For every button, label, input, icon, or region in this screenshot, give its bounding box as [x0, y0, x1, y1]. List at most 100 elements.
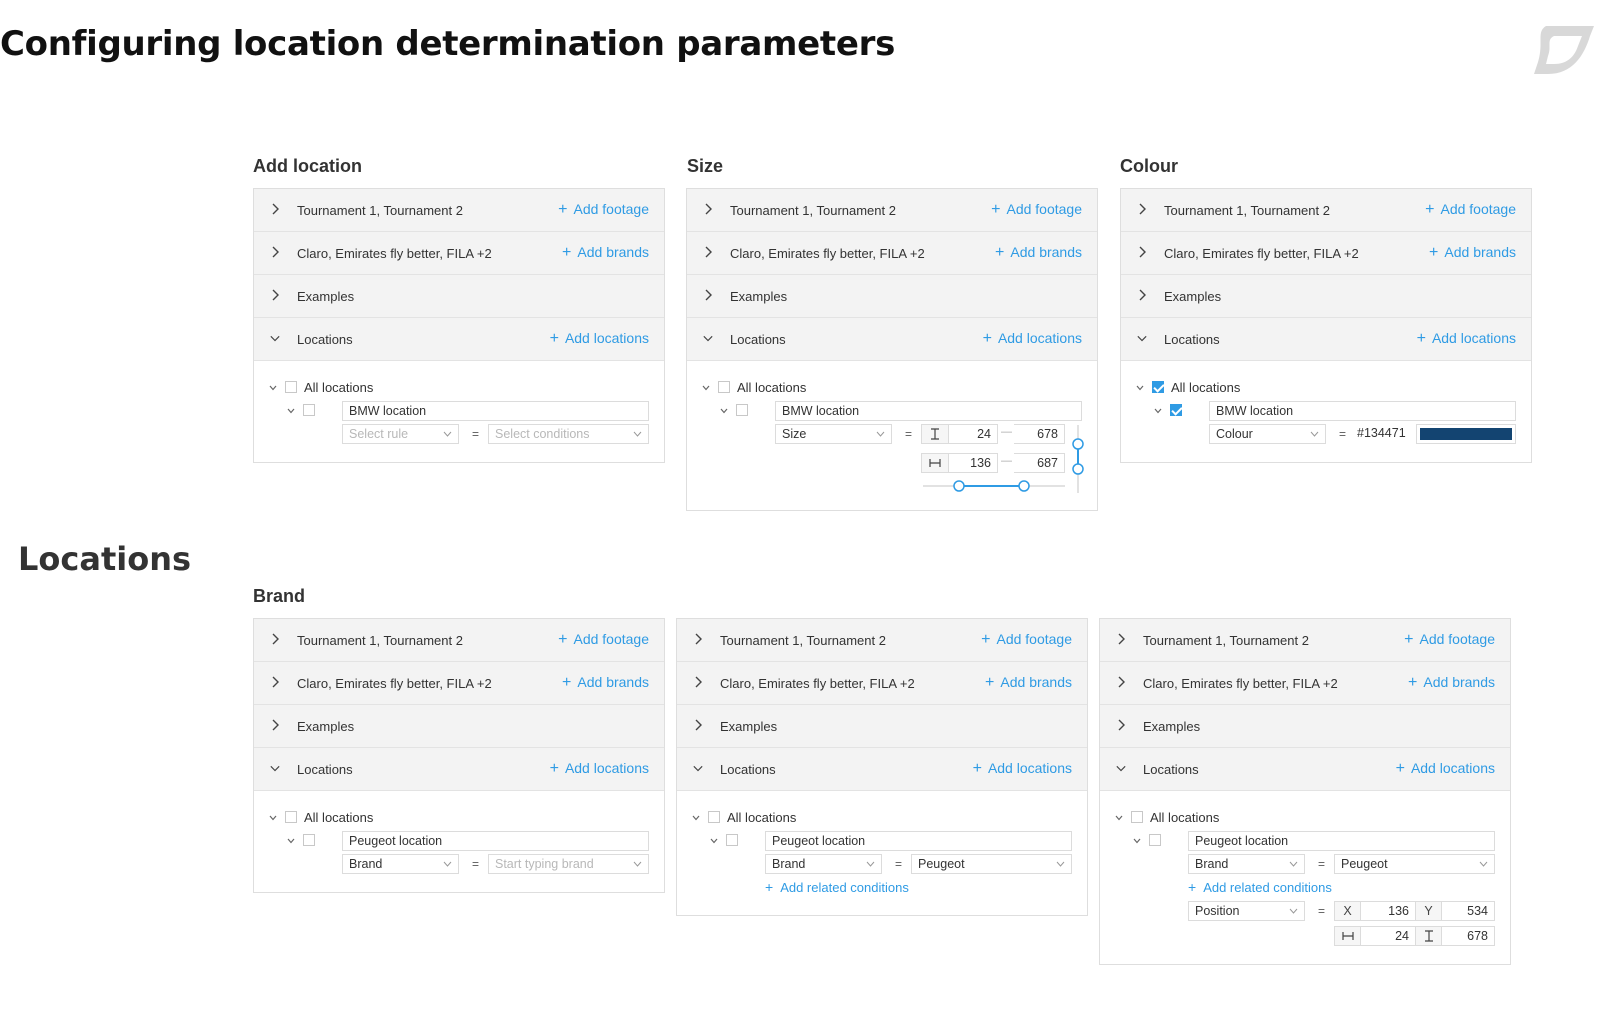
add-brands-button[interactable]: + Add brands: [995, 244, 1082, 262]
add-locations-button[interactable]: + Add locations: [1396, 760, 1495, 778]
all-locations-checkbox[interactable]: [718, 381, 730, 393]
add-brands-button[interactable]: + Add brands: [985, 674, 1072, 692]
locations-row[interactable]: Locations + Add locations: [254, 318, 664, 361]
rule-select[interactable]: Brand: [342, 854, 459, 874]
examples-row[interactable]: Examples: [677, 705, 1087, 748]
x-input[interactable]: 136: [1360, 901, 1416, 921]
chevron-down-icon[interactable]: [1154, 408, 1162, 414]
width-to-input[interactable]: 687: [1014, 453, 1065, 473]
brand-select[interactable]: Start typing brand: [488, 854, 649, 874]
add-footage-button[interactable]: + Add footage: [981, 631, 1072, 649]
brands-row[interactable]: Claro, Emirates fly better, FILA +2 + Add…: [1100, 662, 1510, 705]
add-footage-button[interactable]: + Add footage: [558, 631, 649, 649]
brand-select[interactable]: Peugeot: [911, 854, 1072, 874]
footage-row[interactable]: Tournament 1, Tournament 2 + Add footage: [1100, 619, 1510, 662]
colour-hex-value[interactable]: #134471: [1357, 426, 1406, 440]
y-input[interactable]: 534: [1441, 901, 1495, 921]
locations-label: Locations: [720, 761, 776, 777]
location-checkbox[interactable]: [736, 404, 748, 416]
examples-row[interactable]: Examples: [254, 705, 664, 748]
all-locations-checkbox[interactable]: [285, 381, 297, 393]
conditions-select[interactable]: Select conditions: [488, 424, 649, 444]
vertical-range-slider[interactable]: [1071, 423, 1085, 495]
add-footage-button[interactable]: + Add footage: [1425, 201, 1516, 219]
location-name-input[interactable]: Peugeot location: [342, 831, 649, 851]
horizontal-range-slider[interactable]: [921, 479, 1067, 493]
add-footage-button[interactable]: + Add footage: [558, 201, 649, 219]
examples-row[interactable]: Examples: [1100, 705, 1510, 748]
colour-swatch[interactable]: [1416, 424, 1516, 444]
chevron-down-icon[interactable]: [287, 838, 295, 844]
height-to-input[interactable]: 678: [1014, 424, 1065, 444]
chevron-down-icon[interactable]: [710, 838, 718, 844]
examples-row[interactable]: Examples: [254, 275, 664, 318]
brands-row[interactable]: Claro, Emirates fly better, FILA +2 + Add…: [677, 662, 1087, 705]
rule-select[interactable]: Colour: [1209, 424, 1326, 444]
locations-row[interactable]: Locations + Add locations: [1121, 318, 1531, 361]
footage-row[interactable]: Tournament 1, Tournament 2 + Add footage: [254, 619, 664, 662]
rule-select[interactable]: Brand: [1188, 854, 1305, 874]
location-name-input[interactable]: BMW location: [1209, 401, 1516, 421]
locations-row[interactable]: Locations + Add locations: [1100, 748, 1510, 791]
add-brands-button[interactable]: + Add brands: [562, 244, 649, 262]
brands-row[interactable]: Claro, Emirates fly better, FILA +2 + Add…: [254, 232, 664, 275]
add-brands-button[interactable]: + Add brands: [1408, 674, 1495, 692]
location-checkbox[interactable]: [1170, 404, 1182, 416]
chevron-down-icon[interactable]: [287, 408, 295, 414]
rule-select[interactable]: Select rule: [342, 424, 459, 444]
add-locations-button[interactable]: + Add locations: [550, 760, 649, 778]
add-locations-button[interactable]: + Add locations: [1417, 330, 1516, 348]
all-locations-checkbox[interactable]: [708, 811, 720, 823]
footage-row[interactable]: Tournament 1, Tournament 2 + Add footage: [677, 619, 1087, 662]
all-locations-checkbox[interactable]: [285, 811, 297, 823]
add-locations-button[interactable]: + Add locations: [983, 330, 1082, 348]
brands-row[interactable]: Claro, Emirates fly better, FILA +2 + Add…: [687, 232, 1097, 275]
footage-row[interactable]: Tournament 1, Tournament 2 + Add footage: [1121, 189, 1531, 232]
height-from-input[interactable]: 24: [948, 424, 998, 444]
chevron-down-icon[interactable]: [720, 408, 728, 414]
height-input[interactable]: 678: [1441, 926, 1495, 946]
width-input[interactable]: 24: [1360, 926, 1416, 946]
location-name-input[interactable]: Peugeot location: [1188, 831, 1495, 851]
add-brands-button[interactable]: + Add brands: [562, 674, 649, 692]
add-related-conditions-button[interactable]: + Add related conditions: [1188, 879, 1332, 895]
add-related-conditions-button[interactable]: + Add related conditions: [765, 879, 909, 895]
rule-select[interactable]: Brand: [765, 854, 882, 874]
chevron-down-icon[interactable]: [1133, 838, 1141, 844]
add-footage-button[interactable]: + Add footage: [1404, 631, 1495, 649]
location-checkbox[interactable]: [726, 834, 738, 846]
width-from-input[interactable]: 136: [948, 453, 998, 473]
location-name-input[interactable]: BMW location: [775, 401, 1082, 421]
location-name-input[interactable]: Peugeot location: [765, 831, 1072, 851]
rule-select[interactable]: Size: [775, 424, 892, 444]
locations-row[interactable]: Locations + Add locations: [677, 748, 1087, 791]
all-locations-checkbox[interactable]: [1152, 381, 1164, 393]
add-brands-button[interactable]: + Add brands: [1429, 244, 1516, 262]
position-rule-select[interactable]: Position: [1188, 901, 1305, 921]
location-name-input[interactable]: BMW location: [342, 401, 649, 421]
examples-row[interactable]: Examples: [687, 275, 1097, 318]
examples-row[interactable]: Examples: [1121, 275, 1531, 318]
locations-row[interactable]: Locations + Add locations: [254, 748, 664, 791]
chevron-down-icon[interactable]: [1136, 385, 1144, 391]
footage-row[interactable]: Tournament 1, Tournament 2 + Add footage: [254, 189, 664, 232]
chevron-down-icon[interactable]: [1115, 815, 1123, 821]
locations-row[interactable]: Locations + Add locations: [687, 318, 1097, 361]
chevron-down-icon[interactable]: [692, 815, 700, 821]
add-footage-button[interactable]: + Add footage: [991, 201, 1082, 219]
location-checkbox[interactable]: [303, 404, 315, 416]
chevron-right-icon: [705, 203, 712, 215]
location-checkbox[interactable]: [303, 834, 315, 846]
chevron-down-icon[interactable]: [269, 385, 277, 391]
footage-label: Tournament 1, Tournament 2: [730, 202, 896, 218]
footage-row[interactable]: Tournament 1, Tournament 2 + Add footage: [687, 189, 1097, 232]
brands-row[interactable]: Claro, Emirates fly better, FILA +2 + Add…: [1121, 232, 1531, 275]
chevron-down-icon[interactable]: [269, 815, 277, 821]
add-locations-button[interactable]: + Add locations: [550, 330, 649, 348]
brands-row[interactable]: Claro, Emirates fly better, FILA +2 + Add…: [254, 662, 664, 705]
all-locations-checkbox[interactable]: [1131, 811, 1143, 823]
add-locations-button[interactable]: + Add locations: [973, 760, 1072, 778]
location-checkbox[interactable]: [1149, 834, 1161, 846]
chevron-down-icon[interactable]: [702, 385, 710, 391]
brand-select[interactable]: Peugeot: [1334, 854, 1495, 874]
